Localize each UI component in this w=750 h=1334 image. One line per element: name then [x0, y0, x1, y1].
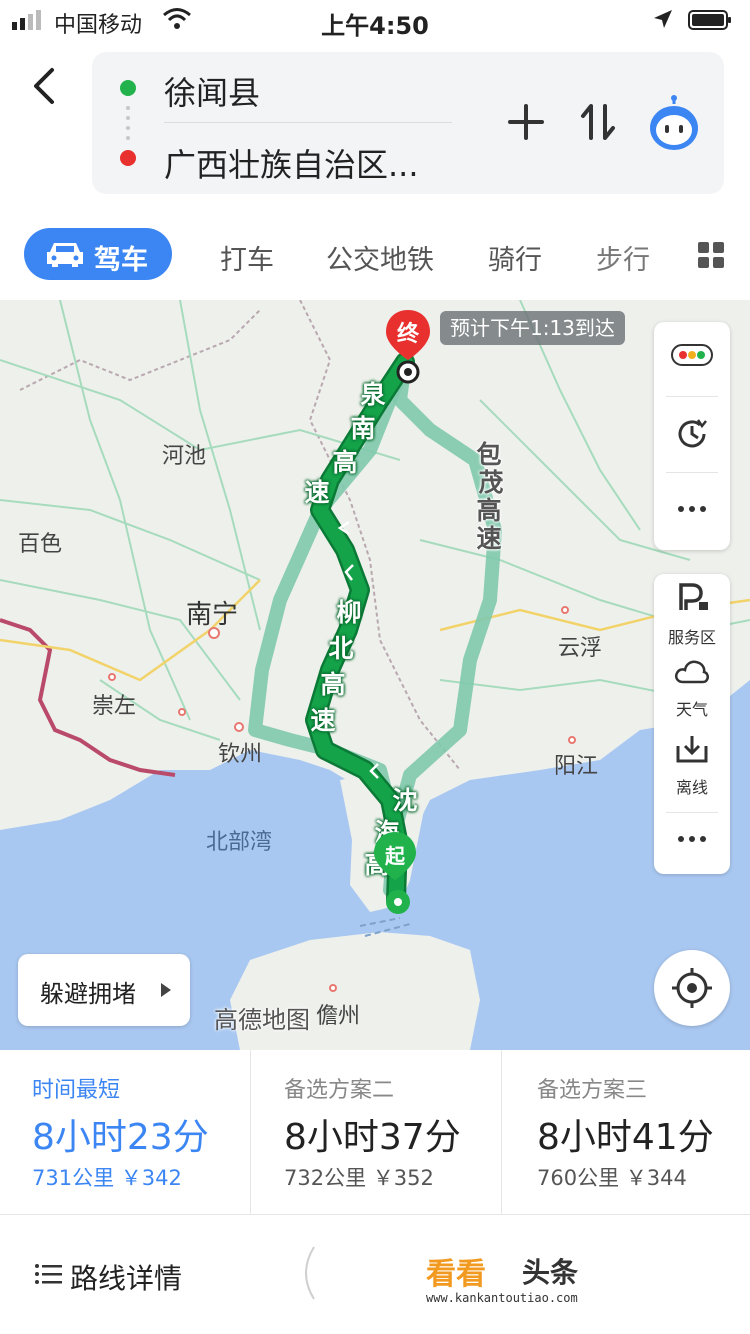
destination-marker-label: 终: [396, 322, 419, 347]
map-provider-logo: 高德地图: [214, 1006, 310, 1034]
location-arrow-icon: [654, 10, 672, 28]
sea-label: 北部湾: [206, 830, 273, 855]
eta-tooltip: 预计下午1:13到达: [440, 311, 625, 345]
origin-marker-label: 起: [385, 844, 405, 868]
clock: 上午4:50: [321, 12, 429, 40]
watermark-title: 头条: [522, 1256, 579, 1289]
more-options-button[interactable]: [654, 498, 730, 522]
crosshair-icon: [672, 968, 712, 1008]
service-area-button[interactable]: 服务区: [654, 582, 730, 647]
traffic-toggle[interactable]: [654, 344, 730, 380]
map-canvas: [0, 300, 750, 1050]
locate-me-button[interactable]: [654, 950, 730, 1026]
city-label: 河池: [162, 444, 207, 469]
route-plans: 时间最短 8小时23分 731公里 ￥342 备选方案二 8小时37分 732公…: [0, 1050, 750, 1214]
add-waypoint-button[interactable]: [506, 102, 546, 142]
origin-field[interactable]: 徐闻县: [164, 68, 260, 114]
plan-divider: [250, 1050, 251, 1214]
weather-button[interactable]: 天气: [654, 658, 730, 722]
tab-taxi[interactable]: 打车: [220, 238, 274, 277]
more-tools-button[interactable]: [654, 828, 730, 852]
panel-divider: [666, 472, 718, 473]
clock-icon: [678, 419, 707, 448]
battery-icon: [688, 10, 731, 30]
status-bar: 中国移动 上午4:50: [0, 0, 750, 40]
voice-assistant-icon[interactable]: [646, 94, 702, 152]
plan-duration: 8小时41分: [537, 1117, 714, 1158]
route-plan-option[interactable]: 备选方案三 8小时41分 760公里 ￥344: [505, 1050, 750, 1214]
parking-icon: [679, 583, 708, 610]
start-navigation-edge[interactable]: [296, 1245, 316, 1301]
departure-time-button[interactable]: [654, 416, 730, 452]
map-view[interactable]: 河池 百色 南宁 崇左 钦州 云浮 阳江 儋州 北部湾 泉 南 高 速 柳 北 …: [0, 300, 750, 1050]
route-divider: [164, 122, 452, 123]
tab-transit[interactable]: 公交地铁: [326, 238, 434, 277]
map-tools-panel-bottom: 服务区 天气 离线: [654, 574, 730, 874]
plan-duration: 8小时23分: [32, 1117, 209, 1158]
list-icon: [35, 1264, 62, 1284]
route-connector-dot: [126, 136, 130, 140]
watermark-url: www.kankantoutiao.com: [426, 1291, 578, 1305]
city-label: 阳江: [554, 754, 599, 779]
more-modes-grid-icon[interactable]: [698, 242, 724, 268]
city-label: 南宁: [186, 600, 239, 630]
swap-route-button[interactable]: [580, 102, 616, 142]
plan-tag: 时间最短: [32, 1078, 121, 1103]
avoid-congestion-label: 躲避拥堵: [40, 980, 136, 1008]
destination-dot: [120, 150, 136, 166]
route-details-button[interactable]: 路线详情: [70, 1257, 182, 1297]
city-label: 儋州: [316, 1004, 361, 1029]
plan-tag: 备选方案二: [284, 1078, 395, 1103]
back-button[interactable]: [22, 62, 70, 110]
origin-dot: [120, 80, 136, 96]
bottom-bar: 路线详情 看看 头条 www.kankantoutiao.com: [0, 1215, 750, 1334]
route-plan-option[interactable]: 备选方案二 8小时37分 732公里 ￥352: [252, 1050, 502, 1214]
watermark: 看看 头条 www.kankantoutiao.com: [426, 1249, 626, 1309]
cloud-icon: [675, 660, 709, 684]
destination-field[interactable]: 广西壮族自治区...: [164, 140, 464, 186]
watermark-title: 看看: [426, 1257, 486, 1292]
more-dots-icon: [678, 836, 706, 842]
city-label: 钦州: [218, 742, 263, 767]
city-label: 崇左: [92, 694, 137, 719]
plan-tag: 备选方案三: [537, 1078, 648, 1103]
tab-walk[interactable]: 步行: [596, 238, 650, 277]
plan-distance-cost: 731公里 ￥342: [32, 1166, 182, 1190]
route-connector-dot: [126, 116, 130, 120]
weather-label: 天气: [675, 700, 708, 719]
destination-marker[interactable]: 终: [384, 308, 432, 384]
plan-divider: [501, 1050, 502, 1214]
tab-drive-label: 驾车: [94, 245, 148, 276]
transport-mode-tabs: 驾车 打车 公交地铁 骑行 步行: [0, 218, 750, 294]
traffic-light-icon: [671, 344, 713, 366]
route-plan-option[interactable]: 时间最短 8小时23分 731公里 ￥342: [0, 1050, 250, 1214]
panel-divider: [666, 396, 718, 397]
more-dots-icon: [678, 506, 706, 512]
map-tools-panel-top: [654, 322, 730, 550]
city-label: 云浮: [558, 636, 603, 661]
tab-bike[interactable]: 骑行: [488, 238, 542, 277]
service-area-label: 服务区: [667, 628, 716, 647]
download-icon: [676, 736, 708, 763]
plan-distance-cost: 732公里 ￥352: [284, 1166, 434, 1190]
origin-marker[interactable]: 起: [372, 830, 418, 920]
city-label: 百色: [18, 532, 63, 557]
avoid-congestion-button[interactable]: 躲避拥堵: [18, 954, 190, 1026]
panel-divider: [666, 812, 718, 813]
route-connector-dot: [126, 106, 130, 110]
play-arrow-icon: [161, 983, 171, 997]
tab-drive[interactable]: 驾车: [24, 228, 172, 280]
offline-button[interactable]: 离线: [654, 734, 730, 798]
route-input-panel: 徐闻县 广西壮族自治区...: [92, 52, 724, 194]
route-connector-dot: [126, 126, 130, 130]
offline-label: 离线: [675, 778, 708, 797]
plan-duration: 8小时37分: [284, 1117, 461, 1158]
plan-distance-cost: 760公里 ￥344: [537, 1166, 687, 1190]
car-icon: [47, 243, 83, 267]
